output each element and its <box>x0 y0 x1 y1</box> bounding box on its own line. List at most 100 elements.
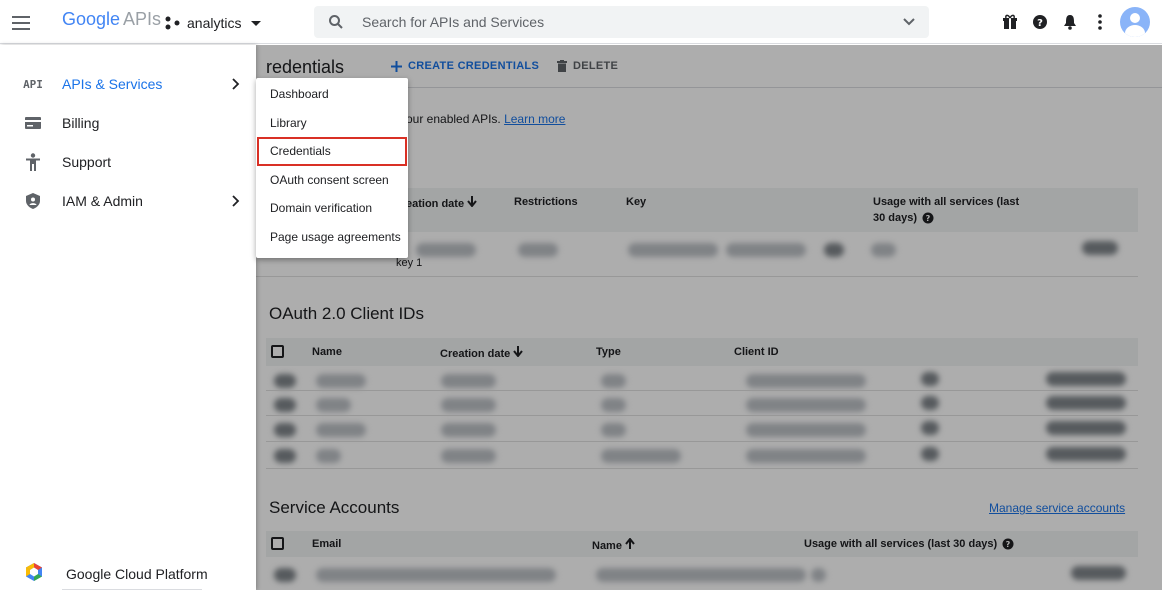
menu-item-page-usage-agreements[interactable]: Page usage agreements <box>256 223 408 252</box>
col-type: Type <box>596 346 621 358</box>
create-credentials-button[interactable]: CREATE CREDENTIALS <box>391 60 539 72</box>
redacted-actions <box>1046 421 1126 435</box>
gift-icon[interactable] <box>996 8 1024 36</box>
redacted-value <box>518 243 558 257</box>
more-vert-icon[interactable] <box>1086 8 1114 36</box>
menu-icon[interactable] <box>12 12 30 32</box>
redacted-value <box>601 449 681 463</box>
svg-text:?: ? <box>926 214 931 223</box>
arrow-down-icon <box>467 196 477 208</box>
redacted-value <box>746 423 866 437</box>
redacted-actions <box>1071 566 1126 580</box>
redacted-value <box>921 447 939 461</box>
help-icon[interactable]: ? <box>922 212 934 224</box>
page-title: redentials <box>266 57 345 77</box>
redacted-value <box>316 568 556 582</box>
redacted-value <box>601 398 626 412</box>
col-name[interactable]: Name <box>592 537 635 552</box>
menu-item-domain-verification[interactable]: Domain verification <box>256 194 408 223</box>
logo-google: Google <box>62 9 121 29</box>
redacted-value <box>441 449 496 463</box>
sidebar-item-label: Billing <box>62 115 100 131</box>
redacted-value <box>316 374 366 388</box>
col-restrictions: Restrictions <box>514 196 578 208</box>
notifications-icon[interactable] <box>1056 8 1084 36</box>
redacted-actions <box>1046 396 1126 410</box>
api-key-name[interactable]: key 1 <box>396 257 422 269</box>
select-all-checkbox[interactable] <box>271 345 284 358</box>
logo-apis: APIs <box>123 9 162 29</box>
svg-text:?: ? <box>1037 18 1043 29</box>
oauth-section-title: OAuth 2.0 Client IDs <box>269 304 424 323</box>
divider <box>266 468 1138 469</box>
redacted-value <box>596 568 806 582</box>
side-nav: API APIs & Services Billing Support IAM … <box>0 45 256 590</box>
project-dots-icon <box>165 16 180 30</box>
service-accounts-title: Service Accounts <box>269 498 400 517</box>
api-icon: API <box>23 77 43 91</box>
apis-services-submenu: Dashboard Library Credentials OAuth cons… <box>256 78 408 258</box>
delete-button[interactable]: DELETE <box>557 60 618 72</box>
search-input[interactable]: Search for APIs and Services <box>362 14 544 30</box>
redacted-actions <box>1046 447 1126 461</box>
col-creation-date[interactable]: Creation date <box>440 346 524 360</box>
select-all-checkbox[interactable] <box>271 537 284 550</box>
learn-more-link[interactable]: Learn more <box>504 112 565 126</box>
redacted-value <box>441 374 496 388</box>
search-bar[interactable]: Search for APIs and Services <box>314 6 929 38</box>
shield-icon <box>22 193 44 209</box>
redacted-value <box>441 398 496 412</box>
col-usage-line2: 30 days) ? <box>873 212 934 224</box>
service-accounts-header: Email Name Usage with all services (last… <box>266 531 1138 557</box>
redacted-value <box>316 449 341 463</box>
plus-icon <box>391 60 402 72</box>
col-usage: Usage with all services (last <box>873 196 1020 208</box>
caret-down-icon <box>251 20 262 26</box>
redacted-value <box>416 243 476 257</box>
redacted-value <box>274 374 296 388</box>
col-email: Email <box>312 538 342 550</box>
manage-service-accounts-link[interactable]: Manage service accounts <box>989 501 1125 515</box>
col-creation-date[interactable]: eation date <box>406 196 477 210</box>
menu-item-oauth-consent-screen[interactable]: OAuth consent screen <box>256 166 408 195</box>
sidebar-item-label: IAM & Admin <box>62 193 143 209</box>
help-icon[interactable]: ? <box>1026 8 1054 36</box>
sidebar-item-iam-admin[interactable]: IAM & Admin <box>0 182 256 220</box>
redacted-value <box>274 423 296 437</box>
avatar[interactable] <box>1120 7 1150 37</box>
redacted-value <box>316 423 366 437</box>
redacted-value <box>601 374 626 388</box>
redacted-value <box>824 243 844 257</box>
divider <box>266 390 1138 391</box>
menu-item-library[interactable]: Library <box>256 109 408 138</box>
divider <box>266 441 1138 442</box>
project-selector[interactable]: analytics <box>165 12 262 34</box>
col-name: Name <box>312 346 342 358</box>
create-credentials-label: CREATE CREDENTIALS <box>408 60 540 72</box>
menu-item-dashboard[interactable]: Dashboard <box>256 80 408 109</box>
chevron-down-icon[interactable] <box>903 17 915 27</box>
redacted-actions <box>1082 241 1118 255</box>
billing-icon <box>22 117 44 129</box>
redacted-value <box>274 449 296 463</box>
redacted-value <box>921 372 939 386</box>
search-icon <box>329 15 343 29</box>
col-usage: Usage with all services (last 30 days) ? <box>804 538 1014 550</box>
arrow-down-icon <box>513 346 524 358</box>
intro-label: our enabled APIs. <box>406 112 501 126</box>
sidebar-item-support[interactable]: Support <box>0 143 256 181</box>
menu-item-credentials[interactable]: Credentials <box>257 137 407 166</box>
gcp-hexagon-icon <box>26 563 42 581</box>
redacted-value <box>316 398 351 412</box>
redacted-value <box>441 423 496 437</box>
google-apis-logo[interactable]: Google APIs <box>62 9 161 30</box>
sidebar-item-billing[interactable]: Billing <box>0 104 256 142</box>
sidebar-item-apis-services[interactable]: API APIs & Services <box>0 65 256 103</box>
top-icons: ? <box>994 0 1162 44</box>
redacted-value <box>921 396 939 410</box>
redacted-value <box>274 398 296 412</box>
col-key: Key <box>626 196 647 208</box>
help-icon[interactable]: ? <box>1002 538 1014 550</box>
google-cloud-platform-link[interactable]: Google Cloud Platform <box>0 554 256 590</box>
sidebar-item-label: APIs & Services <box>62 76 163 92</box>
